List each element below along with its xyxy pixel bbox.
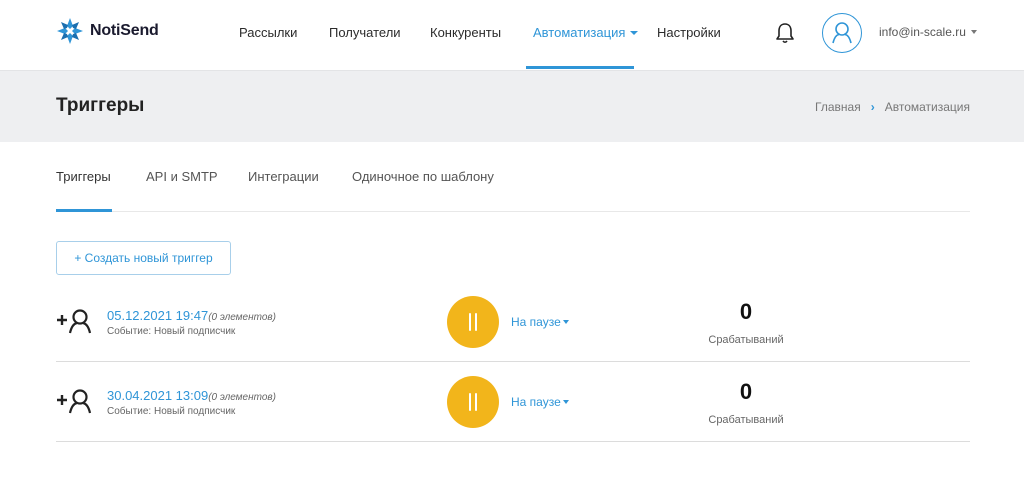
add-user-icon bbox=[57, 389, 92, 414]
trigger-date: 30.04.2021 13:09 bbox=[107, 388, 209, 403]
trigger-event: Событие: Новый подписчик bbox=[107, 406, 236, 417]
nav-item-recipients[interactable]: Получатели bbox=[329, 25, 401, 40]
trigger-row: 30.04.2021 13:09(0 элементов) Событие: Н… bbox=[56, 362, 970, 442]
title-band: Триггеры Главная › Автоматизация bbox=[0, 70, 1024, 142]
status-dropdown[interactable]: На паузе bbox=[511, 395, 569, 409]
tab-triggers[interactable]: Триггеры bbox=[56, 169, 111, 184]
status-dropdown[interactable]: На паузе bbox=[511, 315, 569, 329]
tab-api-smtp[interactable]: API и SMTP bbox=[146, 169, 218, 184]
nav-item-automation-label: Автоматизация bbox=[533, 25, 626, 40]
user-email: info@in-scale.ru bbox=[879, 25, 966, 39]
avatar[interactable] bbox=[822, 13, 862, 53]
bell-icon bbox=[776, 23, 794, 44]
status-label: На паузе bbox=[511, 315, 561, 329]
chevron-right-icon: › bbox=[870, 100, 875, 114]
top-header: NotiSend Рассылки Получатели Конкуренты … bbox=[0, 0, 1024, 70]
nav-item-competitors[interactable]: Конкуренты bbox=[430, 25, 501, 40]
trigger-element-count: (0 элементов) bbox=[208, 392, 276, 403]
fire-count: 0 bbox=[739, 379, 753, 404]
user-menu[interactable]: info@in-scale.ru bbox=[879, 25, 977, 39]
trigger-element-count: (0 элементов) bbox=[208, 312, 276, 323]
nav-active-underline bbox=[526, 66, 634, 69]
nav-item-settings[interactable]: Настройки bbox=[657, 25, 721, 40]
chevron-down-icon bbox=[970, 30, 977, 34]
fire-count-label: Срабатываний bbox=[708, 334, 784, 346]
chevron-down-icon bbox=[562, 400, 569, 404]
nav-item-mailings[interactable]: Рассылки bbox=[239, 25, 297, 40]
fire-count-label: Срабатываний bbox=[708, 414, 784, 426]
pause-button[interactable] bbox=[447, 296, 499, 348]
trigger-link[interactable]: 30.04.2021 13:09(0 элементов) bbox=[107, 388, 276, 403]
logo-text: NotiSend bbox=[90, 22, 159, 39]
breadcrumb-home[interactable]: Главная bbox=[815, 100, 861, 114]
breadcrumb: Главная › Автоматизация bbox=[815, 100, 970, 114]
breadcrumb-current: Автоматизация bbox=[884, 100, 970, 114]
notifications-button[interactable] bbox=[774, 21, 796, 45]
fire-count: 0 bbox=[739, 299, 753, 324]
logo[interactable]: NotiSend bbox=[56, 17, 159, 45]
status-label: На паузе bbox=[511, 395, 561, 409]
tab-active-underline bbox=[56, 209, 112, 212]
add-user-icon bbox=[57, 309, 92, 334]
trigger-date: 05.12.2021 19:47 bbox=[107, 308, 209, 323]
pause-icon bbox=[469, 393, 477, 411]
pause-icon bbox=[469, 313, 477, 331]
nav-item-automation[interactable]: Автоматизация bbox=[533, 25, 639, 40]
chevron-down-icon bbox=[630, 31, 639, 35]
create-trigger-button[interactable]: + Создать новый триггер bbox=[56, 241, 231, 275]
page-title: Триггеры bbox=[56, 95, 145, 116]
trigger-row: 05.12.2021 19:47(0 элементов) Событие: Н… bbox=[56, 282, 970, 362]
tabs: Триггеры API и SMTP Интеграции Одиночное… bbox=[56, 142, 970, 212]
notisend-logo-icon bbox=[57, 18, 83, 44]
tab-integrations[interactable]: Интеграции bbox=[248, 169, 319, 184]
trigger-link[interactable]: 05.12.2021 19:47(0 элементов) bbox=[107, 308, 276, 323]
pause-button[interactable] bbox=[447, 376, 499, 428]
trigger-event: Событие: Новый подписчик bbox=[107, 326, 236, 337]
chevron-down-icon bbox=[562, 320, 569, 324]
tab-single-template[interactable]: Одиночное по шаблону bbox=[352, 169, 494, 184]
user-avatar-icon bbox=[832, 22, 852, 44]
